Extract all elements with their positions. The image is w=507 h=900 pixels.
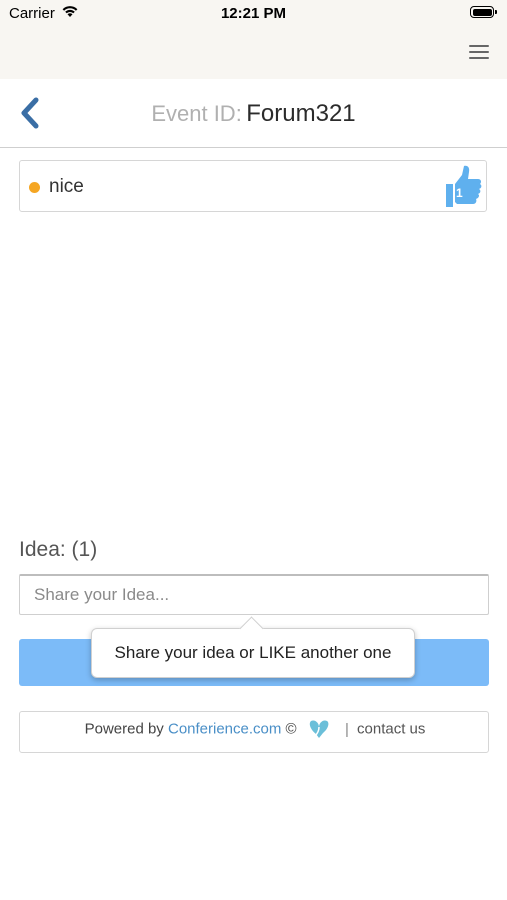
- copyright-symbol: ©: [285, 720, 297, 738]
- page-title: Event ID: Forum321: [0, 100, 507, 128]
- clock: 12:21 PM: [220, 5, 287, 22]
- like-count: 1: [456, 186, 463, 200]
- page-header: Event ID: Forum321: [0, 79, 507, 148]
- footer-row: Powered by Conferience.com © | contact u…: [20, 718, 490, 740]
- menu-icon[interactable]: [469, 45, 489, 61]
- like-button[interactable]: 1: [443, 163, 485, 209]
- thumbs-up-icon: [446, 165, 482, 207]
- idea-count-label: Idea: (1): [19, 538, 98, 561]
- conferience-logo-icon: [309, 720, 329, 738]
- tooltip-text: Share your idea or LIKE another one: [114, 643, 392, 662]
- footer: Powered by Conferience.com © | contact u…: [19, 711, 489, 753]
- footer-separator: |: [344, 720, 349, 738]
- top-bar: [0, 26, 507, 79]
- idea-text: nice: [49, 176, 84, 197]
- event-id-value: Forum321: [246, 100, 356, 127]
- status-dot: [29, 182, 40, 193]
- tooltip-arrow: [239, 616, 264, 641]
- idea-list-item: nice 1: [19, 160, 487, 212]
- event-id-label: Event ID:: [151, 101, 242, 126]
- hint-tooltip: Share your idea or LIKE another one: [91, 616, 415, 678]
- brand-link[interactable]: Conferience.com: [168, 721, 281, 738]
- status-bar: Carrier 12:21 PM: [0, 0, 507, 26]
- battery-icon: [470, 6, 497, 18]
- idea-input[interactable]: [19, 574, 489, 615]
- powered-by-text: Powered by: [84, 720, 164, 738]
- contact-us-link[interactable]: contact us: [357, 721, 425, 738]
